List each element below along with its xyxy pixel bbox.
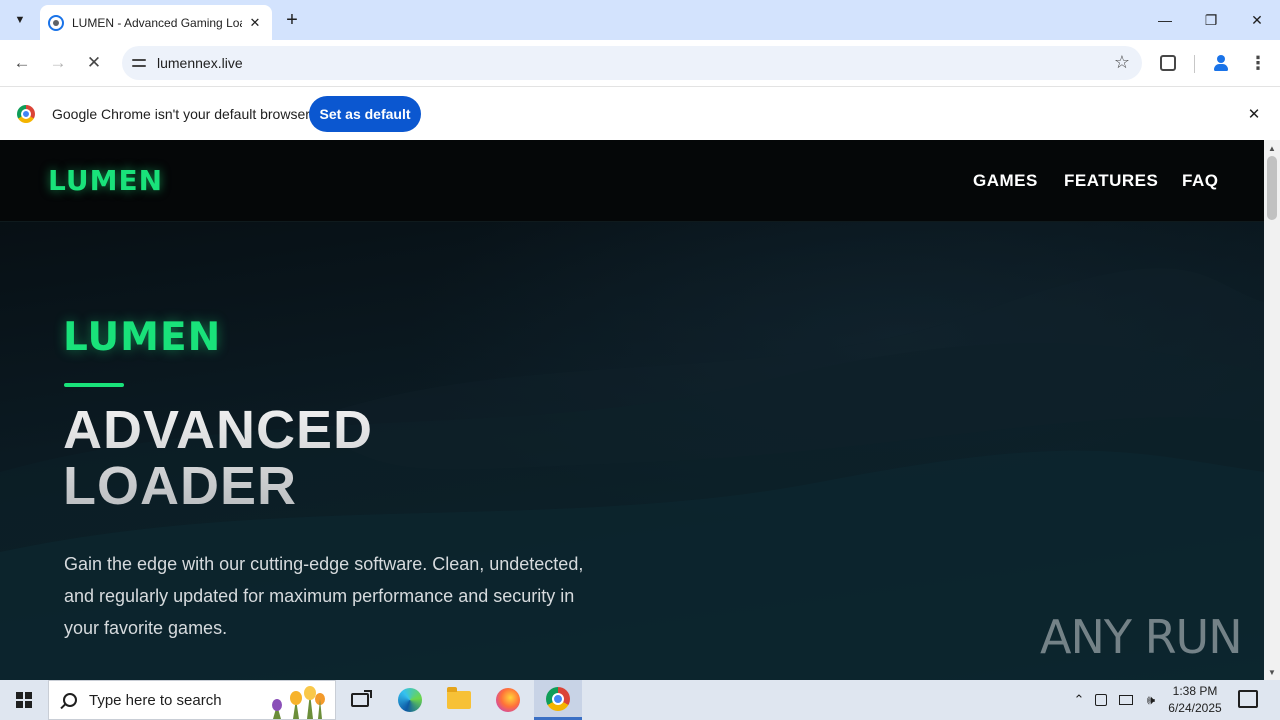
tab-close-icon[interactable]: ✕ — [246, 14, 264, 32]
scroll-up-icon[interactable]: ▲ — [1264, 140, 1280, 156]
chrome-icon — [546, 686, 570, 711]
window-close-button[interactable]: ✕ — [1234, 0, 1280, 40]
tulips-icon — [272, 686, 325, 719]
url-text[interactable]: lumennex.live — [157, 55, 243, 71]
page-viewport: LUMEN GAMES FEATURES FAQ LUMEN ADVANCED … — [0, 140, 1264, 680]
search-icon — [63, 693, 77, 707]
taskbar-search-placeholder: Type here to search — [89, 691, 222, 709]
firefox-icon — [496, 688, 520, 712]
page-scrollbar[interactable]: ▲ ▼ — [1264, 140, 1280, 680]
network-icon[interactable] — [1119, 695, 1133, 705]
tab-lumen[interactable]: LUMEN - Advanced Gaming Loader ✕ — [40, 5, 272, 40]
hero-title-line-1: ADVANCED — [63, 400, 374, 460]
site-info-icon[interactable] — [130, 54, 148, 72]
firefox-taskbar-button[interactable] — [484, 680, 532, 720]
taskbar-clock[interactable]: 1:38 PM 6/24/2025 — [1160, 683, 1230, 717]
extensions-button[interactable] — [1154, 49, 1182, 77]
chrome-taskbar-button[interactable] — [534, 680, 582, 720]
profile-icon — [1212, 54, 1230, 72]
edge-icon — [398, 688, 422, 712]
tab-title: LUMEN - Advanced Gaming Loader — [72, 15, 242, 30]
site-header: LUMEN GAMES FEATURES FAQ — [0, 140, 1264, 222]
nav-link-faq[interactable]: FAQ — [1182, 171, 1218, 191]
scroll-thumb[interactable] — [1267, 156, 1277, 220]
back-button[interactable]: ← — [8, 49, 36, 77]
clock-date: 6/24/2025 — [1168, 701, 1222, 715]
chrome-logo-icon — [17, 105, 35, 123]
site-logo[interactable]: LUMEN — [48, 164, 163, 197]
tray-chevron-icon[interactable]: ⌃ — [1071, 692, 1087, 708]
set-as-default-button[interactable]: Set as default — [309, 96, 421, 132]
hero-title-line-2: LOADER — [63, 456, 297, 516]
loading-favicon-icon — [48, 14, 64, 31]
volume-icon[interactable]: 🕪 — [1143, 692, 1159, 708]
address-bar[interactable]: lumennex.live ☆ — [122, 46, 1142, 80]
scroll-down-icon[interactable]: ▼ — [1264, 664, 1280, 680]
start-button[interactable] — [0, 680, 48, 720]
tab-strip: ▼ LUMEN - Advanced Gaming Loader ✕ + — ❐… — [0, 0, 1280, 40]
tab-search-chevron-icon[interactable]: ▼ — [6, 8, 34, 32]
task-view-icon — [351, 690, 372, 707]
profile-button[interactable] — [1207, 49, 1235, 77]
chrome-menu-button[interactable]: ⋮ — [1244, 49, 1272, 77]
toolbar-divider — [1194, 55, 1195, 73]
windows-taskbar: Type here to search ⌃ 🕪 1:38 PM 6/24/202… — [0, 680, 1280, 720]
hero-description: Gain the edge with our cutting-edge soft… — [64, 554, 584, 638]
meet-now-icon[interactable] — [1095, 694, 1107, 706]
watermark-text: ANY RUN — [1040, 610, 1243, 664]
nav-link-features[interactable]: FEATURES — [1064, 171, 1158, 191]
stop-loading-button[interactable]: ✕ — [80, 49, 108, 77]
bookmark-star-icon[interactable]: ☆ — [1114, 52, 1130, 73]
restore-button[interactable]: ❐ — [1188, 0, 1234, 40]
edge-taskbar-button[interactable] — [386, 680, 434, 720]
taskbar-search-box[interactable]: Type here to search — [48, 680, 336, 720]
file-explorer-taskbar-button[interactable] — [435, 680, 483, 720]
hero-brand: LUMEN — [63, 315, 222, 360]
browser-toolbar: ← → ✕ lumennex.live ☆ ⋮ — [0, 40, 1280, 86]
clock-time: 1:38 PM — [1172, 684, 1218, 698]
minimize-button[interactable]: — — [1142, 0, 1188, 40]
notification-center-icon[interactable] — [1238, 690, 1258, 708]
hero-title: ADVANCED LOADER — [63, 402, 373, 514]
folder-icon — [447, 687, 471, 709]
puzzle-icon — [1160, 55, 1176, 71]
task-view-button[interactable] — [336, 680, 384, 720]
windows-logo-icon — [16, 692, 32, 708]
new-tab-button[interactable]: + — [280, 8, 304, 32]
hero-divider — [64, 383, 124, 387]
nav-link-games[interactable]: GAMES — [973, 171, 1038, 191]
infobar-close-icon[interactable]: ✕ — [1244, 104, 1264, 124]
forward-button[interactable]: → — [44, 49, 72, 77]
default-browser-infobar: Google Chrome isn't your default browser… — [0, 86, 1280, 140]
infobar-message: Google Chrome isn't your default browser — [52, 106, 310, 122]
anyrun-watermark: ANY RUN — [1040, 610, 1243, 664]
